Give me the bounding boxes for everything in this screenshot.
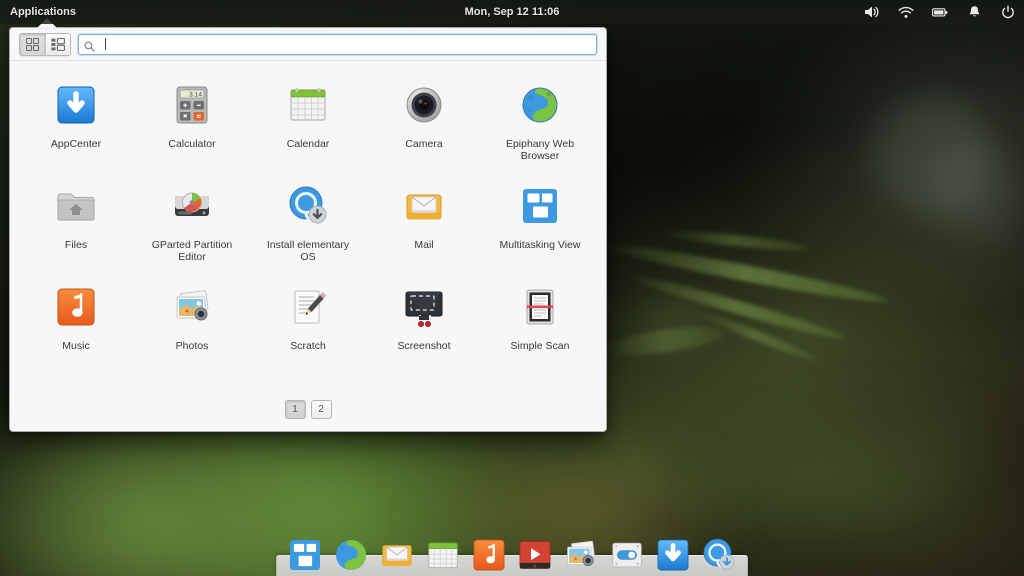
app-tile-screenshot[interactable]: Screenshot	[366, 275, 482, 376]
top-panel: Applications Mon, Sep 12 11:06	[0, 0, 1024, 24]
scratch-icon	[284, 283, 332, 331]
category-view-toggle[interactable]	[45, 34, 70, 55]
app-label: Calendar	[287, 138, 330, 150]
app-tile-photos[interactable]: Photos	[134, 275, 250, 376]
calculator-icon: 3.14	[168, 81, 216, 129]
camera-icon	[400, 81, 448, 129]
dock	[286, 530, 738, 574]
app-grid: AppCenter 3.14 Calculator	[10, 61, 606, 376]
app-label: Epiphany Web Browser	[493, 138, 587, 162]
simple-scan-icon	[516, 283, 564, 331]
installer-icon	[284, 182, 332, 230]
app-label: Photos	[176, 340, 209, 352]
panel-indicator-tray	[864, 4, 1016, 20]
app-label: Mail	[414, 239, 433, 251]
launcher-toolbar	[10, 28, 606, 61]
dock-item-epiphany[interactable]	[332, 536, 370, 574]
dock-item-videos[interactable]	[516, 536, 554, 574]
battery-icon[interactable]	[932, 4, 948, 20]
app-label: GParted Partition Editor	[145, 239, 239, 263]
search-icon	[84, 39, 95, 50]
app-label: Music	[62, 340, 89, 352]
files-icon	[52, 182, 100, 230]
dock-item-appcenter[interactable]	[654, 536, 692, 574]
mail-icon	[400, 182, 448, 230]
app-tile-gparted[interactable]: GParted Partition Editor	[134, 174, 250, 275]
app-tile-epiphany[interactable]: Epiphany Web Browser	[482, 73, 598, 174]
app-label: Screenshot	[397, 340, 450, 352]
dock-item-calendar[interactable]	[424, 536, 462, 574]
app-label: Files	[65, 239, 87, 251]
dock-item-multitasking-view[interactable]	[286, 536, 324, 574]
notification-bell-icon[interactable]	[966, 4, 982, 20]
music-icon	[52, 283, 100, 331]
app-tile-appcenter[interactable]: AppCenter	[18, 73, 134, 174]
app-label: AppCenter	[51, 138, 101, 150]
app-label: Simple Scan	[511, 340, 570, 352]
app-tile-installer[interactable]: Install elementary OS	[250, 174, 366, 275]
dock-item-installer[interactable]	[700, 536, 738, 574]
view-mode-toggle-group	[19, 33, 71, 56]
app-tile-multitasking[interactable]: Multitasking View	[482, 174, 598, 275]
app-tile-scratch[interactable]: Scratch	[250, 275, 366, 376]
app-label: Install elementary OS	[261, 239, 355, 263]
svg-text:3.14: 3.14	[189, 92, 202, 99]
app-label: Calculator	[168, 138, 215, 150]
app-tile-calculator[interactable]: 3.14 Calculator	[134, 73, 250, 174]
app-tile-calendar[interactable]: Calendar	[250, 73, 366, 174]
app-tile-simple-scan[interactable]: Simple Scan	[482, 275, 598, 376]
page-indicator: 1 2	[10, 400, 606, 419]
wifi-icon[interactable]	[898, 4, 914, 20]
app-label: Multitasking View	[500, 239, 581, 251]
epiphany-icon	[516, 81, 564, 129]
app-label: Camera	[405, 138, 442, 150]
dock-item-photos[interactable]	[562, 536, 600, 574]
dock-item-system-settings[interactable]	[608, 536, 646, 574]
search-input[interactable]	[78, 34, 597, 55]
volume-icon[interactable]	[864, 4, 880, 20]
multitasking-icon	[516, 182, 564, 230]
page-button-2[interactable]: 2	[311, 400, 332, 419]
screenshot-icon	[400, 283, 448, 331]
photos-icon	[168, 283, 216, 331]
application-launcher-window: AppCenter 3.14 Calculator	[9, 27, 607, 432]
text-cursor	[105, 38, 106, 50]
app-tile-files[interactable]: Files	[18, 174, 134, 275]
app-label: Scratch	[290, 340, 326, 352]
page-button-1[interactable]: 1	[285, 400, 306, 419]
grid-view-toggle[interactable]	[20, 34, 45, 55]
power-icon[interactable]	[1000, 4, 1016, 20]
app-tile-music[interactable]: Music	[18, 275, 134, 376]
app-tile-mail[interactable]: Mail	[366, 174, 482, 275]
dock-item-music[interactable]	[470, 536, 508, 574]
calendar-icon	[284, 81, 332, 129]
gparted-icon	[168, 182, 216, 230]
appcenter-icon	[52, 81, 100, 129]
app-tile-camera[interactable]: Camera	[366, 73, 482, 174]
dock-item-mail[interactable]	[378, 536, 416, 574]
